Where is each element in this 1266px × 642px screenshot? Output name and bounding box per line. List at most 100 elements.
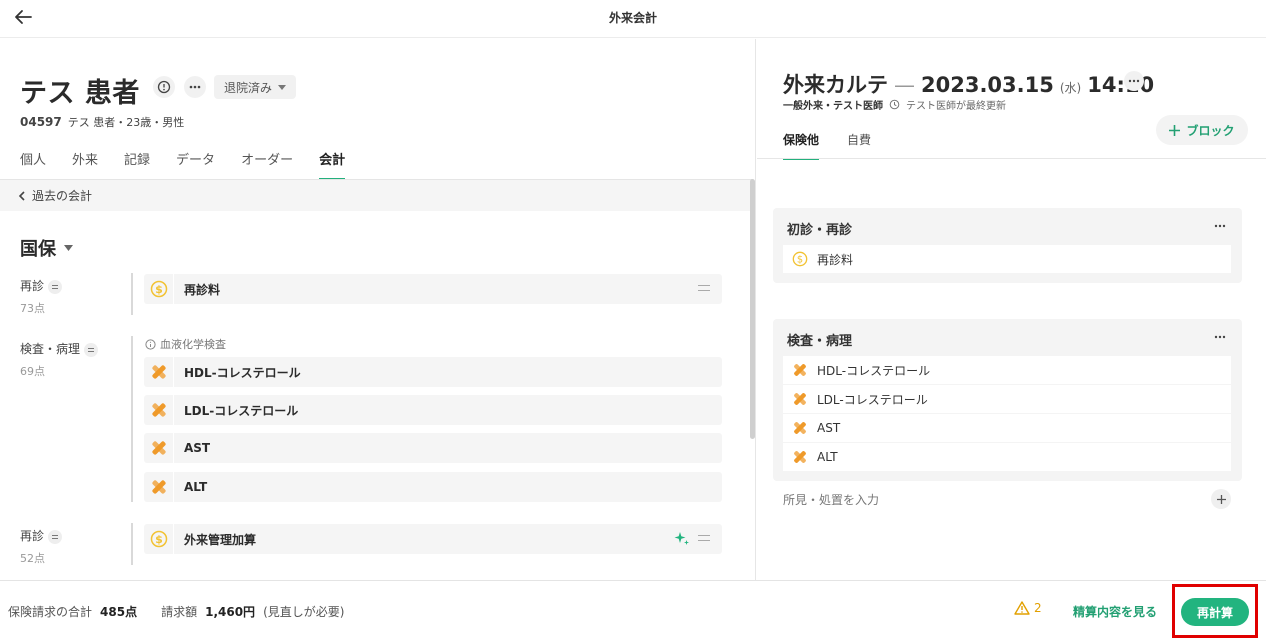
sparkle-icon[interactable] bbox=[674, 531, 690, 550]
patient-name: テス 患者 bbox=[20, 78, 140, 109]
plus-icon bbox=[1169, 124, 1181, 136]
info-icon bbox=[145, 338, 156, 350]
more-icon[interactable] bbox=[1124, 71, 1144, 91]
chart-tabs: 保険他 自費 bbox=[783, 131, 899, 160]
card-item[interactable]: AST bbox=[783, 414, 1231, 442]
equal-icon[interactable] bbox=[84, 342, 99, 357]
category-points: 52点 bbox=[20, 552, 45, 565]
group-note: 血液化学検査 bbox=[145, 336, 226, 352]
billing-item[interactable]: ALT bbox=[144, 472, 722, 502]
bill-note: (見直しが必要) bbox=[263, 605, 345, 619]
item-label: AST bbox=[817, 421, 841, 435]
bill-label: 請求額 bbox=[161, 605, 198, 619]
card-title: 初診・再診 bbox=[787, 223, 853, 238]
bandage-icon bbox=[787, 420, 813, 436]
tab-self-pay[interactable]: 自費 bbox=[847, 131, 871, 160]
billing-pane: テス 患者 退院済み 04597 テス 患者・23歳・男性 個人 外来 記録 デー… bbox=[0, 39, 756, 580]
insurance-selector[interactable]: 国保 bbox=[20, 235, 73, 261]
billing-item[interactable]: $ 再診料 bbox=[144, 274, 722, 304]
bandage-icon bbox=[787, 362, 813, 378]
window-title: 外来会計 bbox=[608, 11, 657, 25]
findings-input[interactable]: 所見・処置を入力 bbox=[783, 491, 879, 508]
chevron-left-icon bbox=[18, 190, 25, 201]
svg-text:$: $ bbox=[155, 533, 163, 546]
item-label: 外来管理加算 bbox=[184, 532, 257, 547]
caret-down-icon bbox=[64, 245, 73, 251]
billing-item[interactable]: AST bbox=[144, 433, 722, 463]
tab-outpatient[interactable]: 外来 bbox=[72, 149, 98, 180]
coin-icon: $ bbox=[144, 274, 174, 304]
recalculate-button[interactable]: 再計算 bbox=[1181, 598, 1249, 626]
category-saishin: 再診 52点 bbox=[20, 527, 63, 566]
item-label: HDL-コレステロール bbox=[184, 365, 301, 380]
insurance-label: 国保 bbox=[20, 239, 56, 260]
past-billing-link[interactable]: 過去の会計 bbox=[0, 179, 752, 211]
category-label: 検査・病理 bbox=[20, 342, 81, 356]
equal-icon[interactable] bbox=[48, 529, 63, 544]
billing-item[interactable]: HDL-コレステロール bbox=[144, 357, 722, 387]
item-label: ALT bbox=[184, 480, 208, 494]
status-label: 退院済み bbox=[224, 80, 273, 95]
card-shoshin: 初診・再診 $ 再診料 bbox=[773, 208, 1242, 283]
add-findings-plus-icon[interactable] bbox=[1211, 489, 1231, 509]
coin-icon: $ bbox=[144, 524, 174, 554]
item-label: 再診料 bbox=[817, 252, 854, 267]
card-kensa: 検査・病理 HDL-コレステロール LDL-コレステロール AST ALT bbox=[773, 319, 1242, 481]
patient-meta: 04597 テス 患者・23歳・男性 bbox=[20, 114, 184, 130]
svg-text:$: $ bbox=[155, 283, 163, 296]
card-item[interactable]: LDL-コレステロール bbox=[783, 385, 1231, 413]
bandage-icon bbox=[787, 391, 813, 407]
equal-icon[interactable] bbox=[48, 279, 63, 294]
item-label: LDL-コレステロール bbox=[184, 403, 299, 418]
tabs-divider bbox=[757, 158, 1266, 159]
drag-handle-icon[interactable] bbox=[698, 535, 710, 541]
drag-handle-icon[interactable] bbox=[698, 285, 710, 291]
warning-indicator[interactable]: 2 bbox=[1014, 601, 1042, 615]
tab-orders[interactable]: オーダー bbox=[241, 149, 293, 180]
chart-updated: テスト医師が最終更新 bbox=[906, 101, 1006, 112]
group-divider bbox=[131, 336, 133, 502]
bandage-icon bbox=[144, 433, 174, 463]
chart-title-text: 外来カルテ bbox=[783, 73, 888, 97]
tab-data[interactable]: データ bbox=[176, 149, 215, 180]
tab-billing[interactable]: 会計 bbox=[319, 149, 346, 180]
warning-count: 2 bbox=[1034, 601, 1042, 615]
bandage-icon bbox=[144, 357, 174, 387]
card-item[interactable]: HDL-コレステロール bbox=[783, 356, 1231, 384]
add-block-button[interactable]: ブロック bbox=[1156, 115, 1248, 145]
chart-title: 外来カルテ — 2023.03.15 (水) 14:10 bbox=[783, 69, 1154, 99]
chart-time: 14:10 bbox=[1087, 73, 1155, 97]
warning-icon bbox=[1014, 601, 1030, 615]
scrollbar[interactable] bbox=[750, 179, 755, 439]
more-icon[interactable] bbox=[1210, 218, 1230, 234]
tab-personal[interactable]: 個人 bbox=[20, 149, 46, 180]
chart-pane: 外来カルテ — 2023.03.15 (水) 14:10 一般外来・テスト医師 … bbox=[757, 39, 1266, 580]
top-bar: 外来会計 bbox=[0, 0, 1266, 38]
bill-value: 1,460円 bbox=[205, 605, 256, 619]
billing-item[interactable]: $ 外来管理加算 bbox=[144, 524, 722, 554]
bandage-icon bbox=[144, 472, 174, 502]
category-kensa: 検査・病理 69点 bbox=[20, 340, 99, 379]
bandage-icon bbox=[787, 449, 813, 465]
card-item[interactable]: ALT bbox=[783, 443, 1231, 471]
tab-insurance[interactable]: 保険他 bbox=[783, 131, 820, 160]
recalc-highlight: 再計算 bbox=[1172, 584, 1258, 638]
item-label: AST bbox=[184, 441, 211, 455]
view-settlement-button[interactable]: 精算内容を見る bbox=[1073, 603, 1157, 620]
chart-dept: 一般外来・テスト医師 bbox=[783, 101, 883, 112]
more-icon[interactable] bbox=[184, 76, 206, 98]
billing-item[interactable]: LDL-コレステロール bbox=[144, 395, 722, 425]
card-item[interactable]: $ 再診料 bbox=[783, 245, 1231, 273]
category-saishin: 再診 73点 bbox=[20, 277, 63, 316]
tab-records[interactable]: 記録 bbox=[124, 149, 150, 180]
add-block-label: ブロック bbox=[1186, 123, 1235, 138]
card-title: 検査・病理 bbox=[787, 334, 853, 349]
more-icon[interactable] bbox=[1210, 329, 1230, 345]
group-note-text: 血液化学検査 bbox=[160, 338, 226, 351]
status-dropdown[interactable]: 退院済み bbox=[214, 75, 297, 99]
chart-subtitle: 一般外来・テスト医師 テスト医師が最終更新 bbox=[783, 97, 1006, 112]
past-billing-label: 過去の会計 bbox=[32, 189, 93, 203]
chart-date: 2023.03.15 bbox=[921, 73, 1054, 97]
comment-icon[interactable] bbox=[153, 76, 175, 98]
history-icon bbox=[889, 99, 900, 110]
